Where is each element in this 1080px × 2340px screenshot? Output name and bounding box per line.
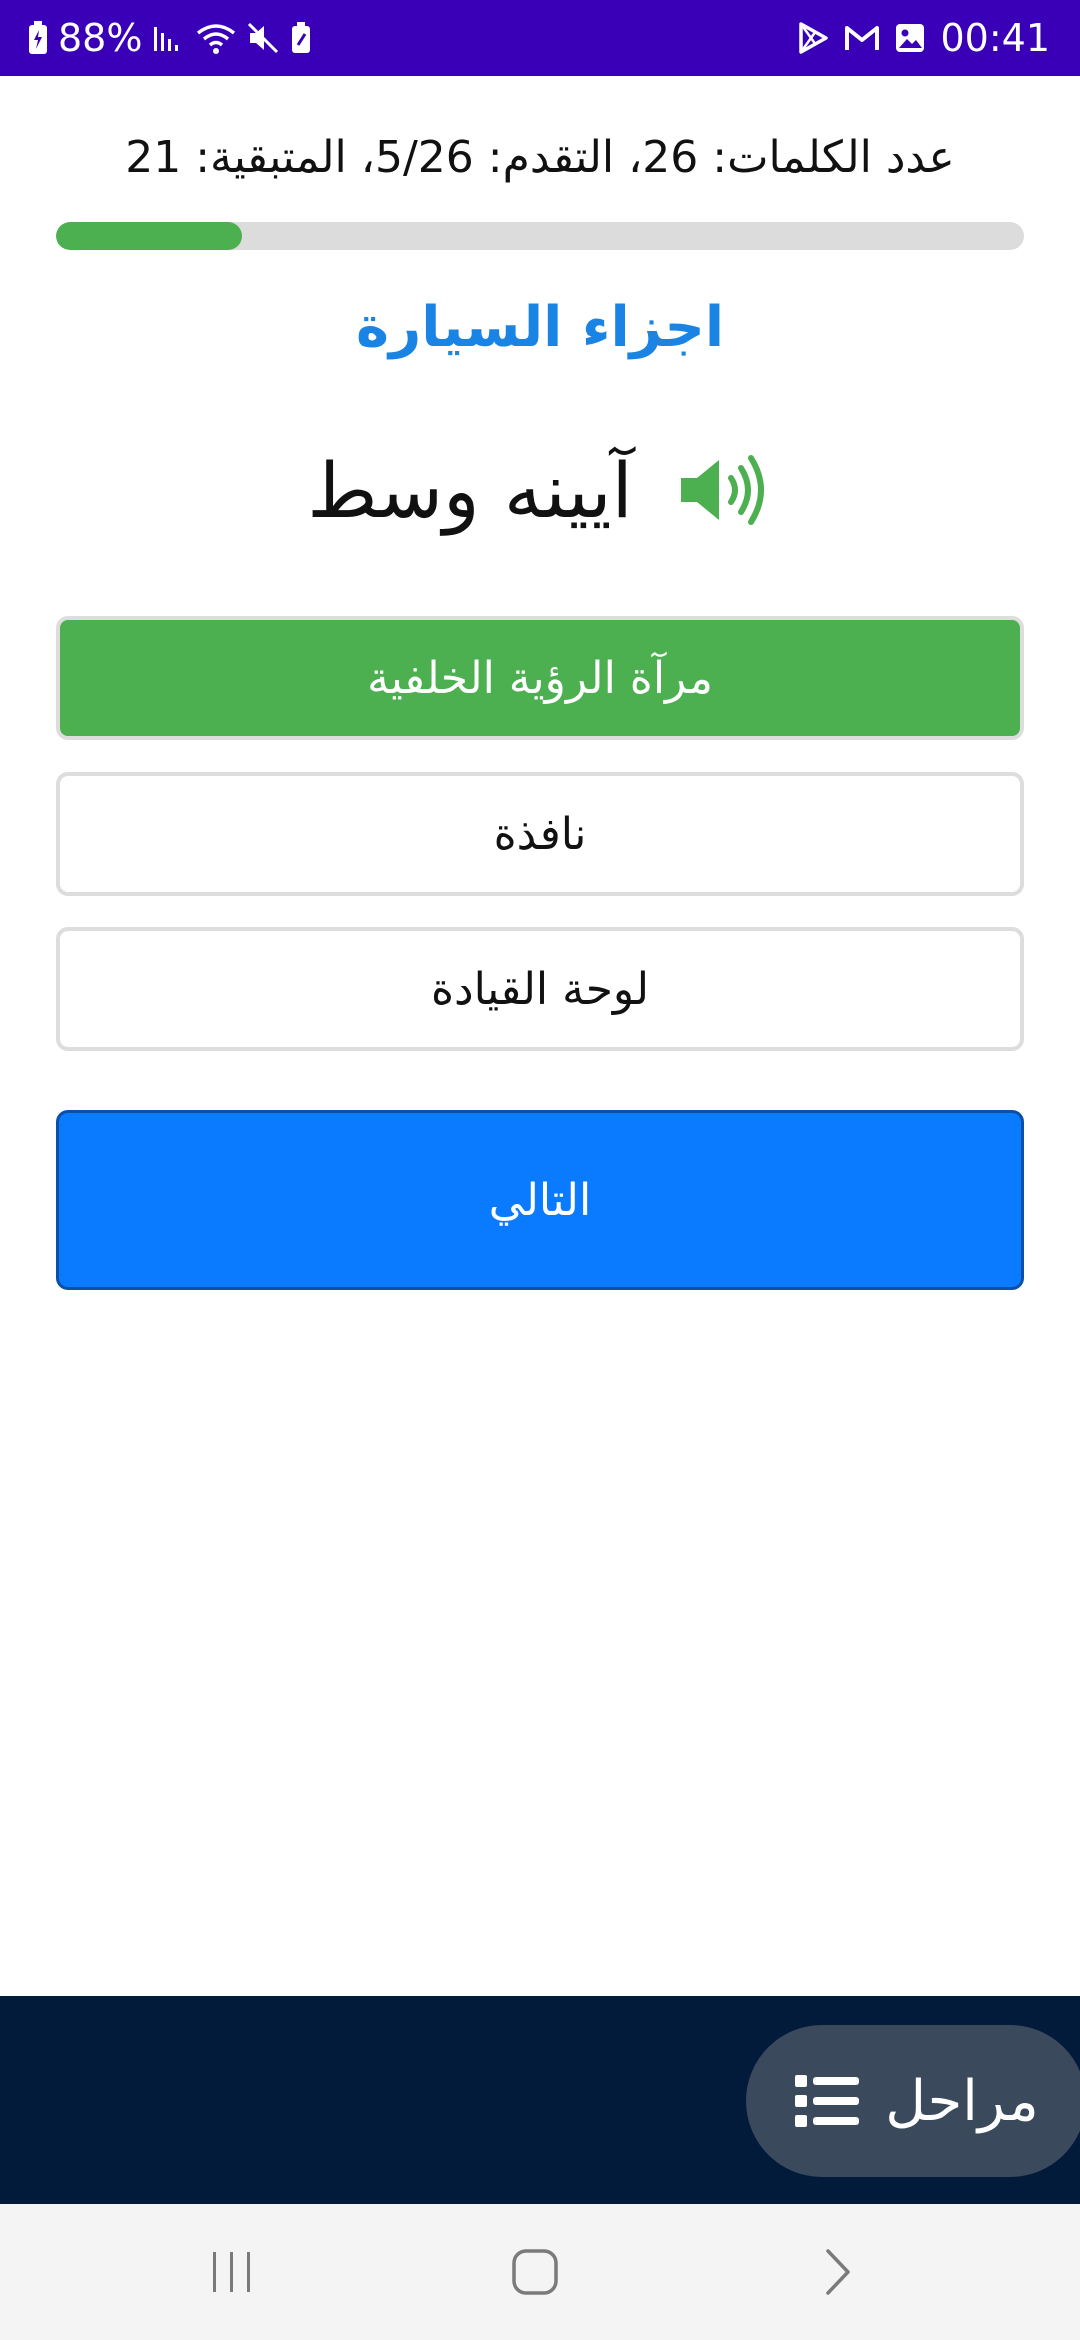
home-button[interactable] [475,2204,595,2340]
wifi-icon [196,21,236,55]
play-store-icon [796,21,830,55]
chevron-right-icon [826,2249,850,2295]
back-button[interactable] [778,2204,898,2340]
status-bar: 88% 00:41 [0,0,1080,76]
progress-bar [56,222,1024,250]
recent-apps-icon [213,2252,250,2292]
category-title: اجزاء السيارة [355,295,725,360]
word-row: آيينه وسط [0,430,1080,550]
gallery-icon [894,22,926,54]
status-time: 00:41 [940,16,1050,60]
list-icon [793,2071,861,2131]
gmail-icon [844,23,880,53]
progress-bar-fill [56,222,242,250]
status-right: 00:41 [796,0,1050,76]
next-button[interactable]: التالي [56,1110,1024,1290]
speaker-volume-icon[interactable] [673,445,773,535]
progress-summary-text: عدد الكلمات: 26، التقدم: 5/26، المتبقية:… [125,131,955,183]
battery-percentage: 88% [58,16,143,60]
answer-option-1[interactable]: مرآة الرؤية الخلفية [56,616,1024,740]
battery-charging-icon [28,21,48,55]
quiz-word: آيينه وسط [307,445,633,535]
battery-saver-icon [290,21,312,55]
navigation-bar [0,2204,1080,2340]
stages-button[interactable]: مراحل [746,2025,1080,2177]
status-left: 88% [28,0,312,76]
stages-label: مراحل [885,2068,1039,2134]
answer-option-3[interactable]: لوحة القيادة [56,927,1024,1051]
signal-icon [152,23,186,53]
recent-apps-button[interactable] [172,2204,292,2340]
home-icon [512,2249,558,2295]
mute-icon [246,21,280,55]
answer-option-2[interactable]: نافذة [56,772,1024,896]
